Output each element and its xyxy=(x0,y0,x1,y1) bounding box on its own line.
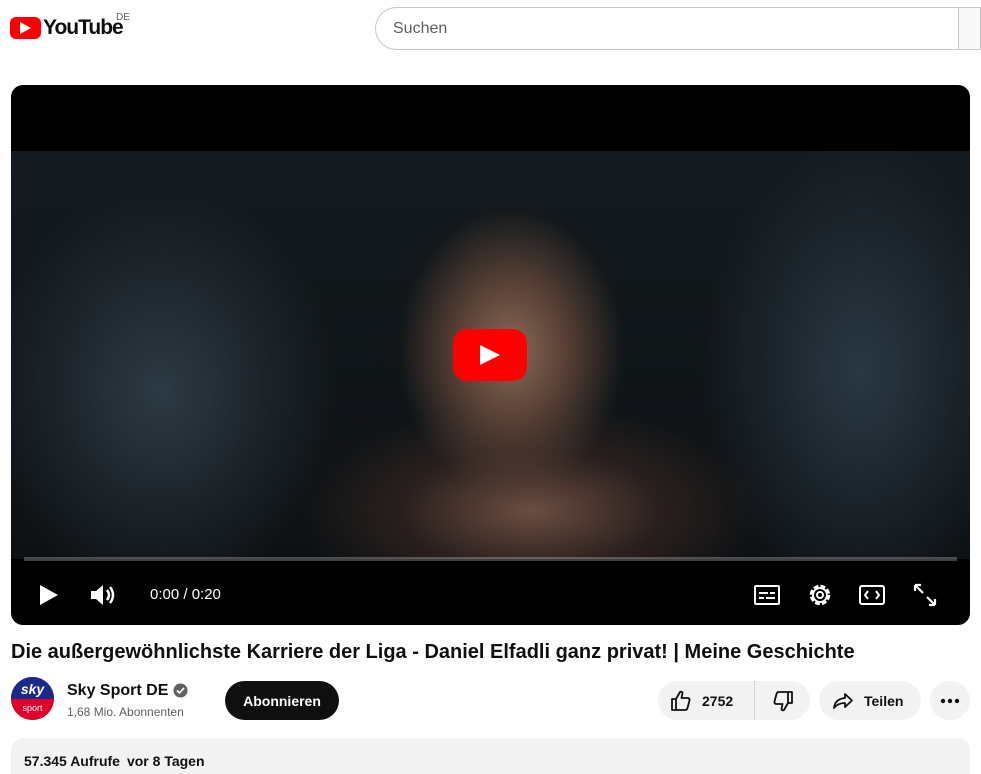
search-input[interactable] xyxy=(393,19,953,38)
thumbs-up-icon xyxy=(671,690,691,711)
theater-mode-icon xyxy=(859,585,885,605)
subtitles-button[interactable] xyxy=(751,579,783,611)
like-count: 2752 xyxy=(702,692,734,709)
description-box[interactable]: 57.345 Aufrufe vor 8 Tagen xyxy=(11,738,970,774)
avatar-logo-top: sky xyxy=(11,677,54,701)
description-meta: 57.345 Aufrufe vor 8 Tagen xyxy=(24,753,205,769)
youtube-logo[interactable]: YouTube xyxy=(10,16,124,40)
settings-button[interactable] xyxy=(804,579,836,611)
verified-badge-icon xyxy=(173,683,188,698)
player-controls: 0:00 / 0:20 xyxy=(11,569,970,621)
subtitles-icon xyxy=(754,585,780,605)
more-actions-button[interactable] xyxy=(930,681,970,720)
settings-icon xyxy=(809,584,831,606)
time-display: 0:00 / 0:20 xyxy=(150,586,221,603)
volume-icon xyxy=(91,585,115,605)
youtube-play-logo-icon xyxy=(10,17,41,39)
play-button[interactable] xyxy=(33,579,65,611)
theater-mode-button[interactable] xyxy=(856,579,888,611)
progress-bar[interactable] xyxy=(24,557,957,561)
search-button[interactable] xyxy=(958,7,981,50)
subscribe-button[interactable]: Abonnieren xyxy=(225,681,339,720)
dislike-button[interactable] xyxy=(755,681,810,720)
view-count: 57.345 Aufrufe xyxy=(24,753,120,769)
search-box[interactable] xyxy=(375,7,981,50)
like-button[interactable]: 2752 xyxy=(658,681,755,720)
share-label: Teilen xyxy=(864,692,904,709)
channel-name[interactable]: Sky Sport DE xyxy=(67,682,168,700)
volume-button[interactable] xyxy=(87,579,119,611)
share-icon xyxy=(833,692,853,709)
share-button[interactable]: Teilen xyxy=(819,681,921,720)
like-dislike-group: 2752 xyxy=(658,681,810,720)
upload-date: vor 8 Tagen xyxy=(126,753,205,769)
video-title: Die außergewöhnlichste Karriere der Liga… xyxy=(11,641,855,663)
channel-avatar[interactable]: sky sport xyxy=(11,677,54,720)
logo-wordmark: YouTube xyxy=(43,16,124,39)
thumbs-down-icon xyxy=(773,690,793,711)
avatar-logo-bottom: sport xyxy=(11,699,54,720)
more-horizontal-icon xyxy=(940,698,960,703)
subscriber-count: 1,68 Mio. Abonnenten xyxy=(67,705,184,719)
play-icon xyxy=(480,345,500,365)
play-icon xyxy=(40,585,58,605)
large-play-button[interactable] xyxy=(453,329,527,381)
region-code: DE xyxy=(116,12,130,23)
fullscreen-button[interactable] xyxy=(909,579,941,611)
video-player[interactable]: 0:00 / 0:20 xyxy=(11,85,970,625)
fullscreen-icon xyxy=(913,583,937,607)
